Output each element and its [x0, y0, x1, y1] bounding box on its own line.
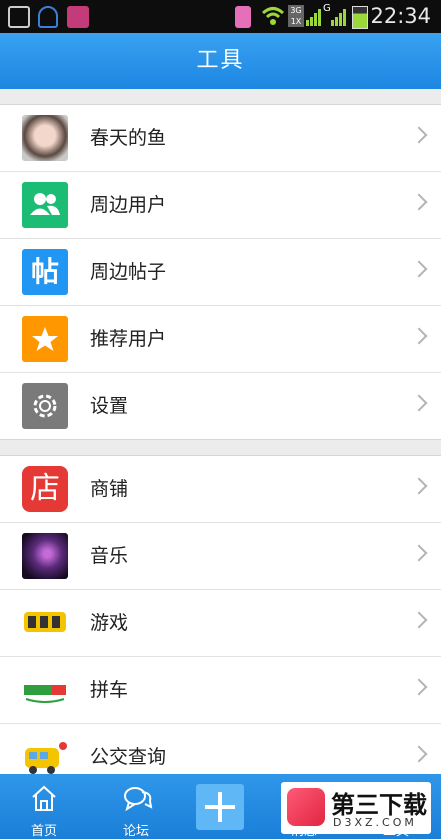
list-item-bus-query[interactable]: 公交查询 [0, 724, 441, 774]
avatar [22, 115, 68, 161]
title-bar: 工具 [0, 33, 441, 89]
chevron-right-icon [410, 260, 428, 278]
section-gap [0, 440, 441, 455]
list-item-label: 商铺 [90, 478, 129, 500]
list-item-settings[interactable]: 设置 [0, 373, 441, 439]
list-item-label: 设置 [90, 395, 129, 417]
chevron-right-icon [410, 611, 428, 629]
watermark-subtitle: D3XZ.COM [333, 816, 417, 829]
tools-list: 春天的鱼 周边用户 帖 周边帖子 推荐用户 设置 店 商铺 音乐 游戏 拼车 公… [0, 89, 441, 774]
headset-icon [38, 6, 58, 28]
tools-section-personal: 春天的鱼 周边用户 帖 周边帖子 推荐用户 设置 [0, 104, 441, 440]
list-item-label: 游戏 [90, 612, 129, 634]
network-1x-label: 1X [290, 17, 302, 26]
signal-icon-2 [331, 8, 347, 30]
list-item-label: 春天的鱼 [90, 127, 167, 149]
carpool-icon [22, 667, 68, 713]
list-item-recommended-users[interactable]: 推荐用户 [0, 306, 441, 373]
chevron-right-icon [410, 193, 428, 211]
plus-icon [205, 792, 235, 822]
list-item-carpool[interactable]: 拼车 [0, 657, 441, 724]
tab-label: 首页 [30, 824, 57, 839]
watermark-title: 第三下载 [331, 791, 427, 819]
list-item-label: 周边用户 [90, 194, 167, 216]
nearby-posts-icon: 帖 [22, 249, 68, 295]
list-item-label: 推荐用户 [90, 328, 167, 350]
signal-icon-1 [306, 8, 322, 30]
tab-label: 论坛 [122, 824, 149, 839]
chevron-right-icon [410, 678, 428, 696]
status-time: 22:34 [370, 4, 431, 28]
chevron-right-icon [410, 745, 428, 763]
list-item-nearby-posts[interactable]: 帖 周边帖子 [0, 239, 441, 306]
shop-icon: 店 [22, 466, 68, 512]
watermark-logo-icon [287, 788, 325, 826]
section-gap [0, 89, 441, 104]
bus-icon [22, 734, 68, 774]
list-item-profile[interactable]: 春天的鱼 [0, 105, 441, 172]
list-item-music[interactable]: 音乐 [0, 523, 441, 590]
tools-section-services: 店 商铺 音乐 游戏 拼车 公交查询 [0, 455, 441, 774]
network-g-label: G [323, 3, 331, 14]
nearby-users-icon [22, 182, 68, 228]
status-bar: 3G 1X G 22:34 [0, 0, 441, 33]
chevron-right-icon [410, 544, 428, 562]
list-item-game[interactable]: 游戏 [0, 590, 441, 657]
music-icon [22, 533, 68, 579]
tab-home[interactable]: 首页 [4, 774, 84, 839]
star-icon [22, 316, 68, 362]
list-item-shop[interactable]: 店 商铺 [0, 456, 441, 523]
home-icon [32, 785, 56, 811]
wifi-icon [261, 5, 285, 27]
mail-icon [67, 6, 89, 28]
gallery-icon [8, 6, 30, 28]
game-icon [22, 600, 68, 646]
page-title: 工具 [196, 48, 245, 73]
chevron-right-icon [410, 477, 428, 495]
battery-icon [352, 6, 368, 29]
chevron-right-icon [410, 327, 428, 345]
watermark: 第三下载 D3XZ.COM [281, 782, 431, 834]
nearby-posts-icon-glyph: 帖 [30, 255, 59, 288]
gear-icon [22, 383, 68, 429]
add-post-button[interactable] [196, 784, 244, 830]
chevron-right-icon [410, 394, 428, 412]
forum-icon [124, 787, 153, 812]
chevron-right-icon [410, 126, 428, 144]
list-item-label: 公交查询 [90, 746, 167, 768]
list-item-nearby-users[interactable]: 周边用户 [0, 172, 441, 239]
list-item-label: 音乐 [90, 545, 129, 567]
sim-icon [235, 6, 251, 28]
list-item-label: 周边帖子 [90, 261, 167, 283]
network-3g-label: 3G [290, 6, 302, 15]
shop-icon-glyph: 店 [30, 471, 60, 506]
list-item-label: 拼车 [90, 679, 129, 701]
tab-forum[interactable]: 论坛 [96, 774, 176, 839]
network-3g-icon: 3G 1X [288, 5, 304, 27]
